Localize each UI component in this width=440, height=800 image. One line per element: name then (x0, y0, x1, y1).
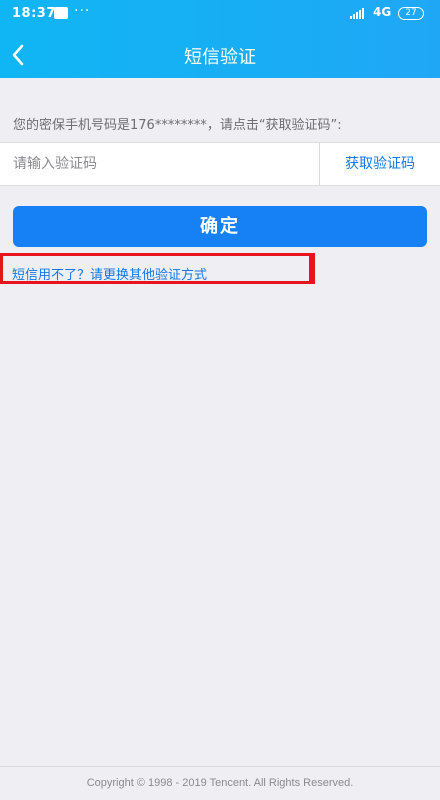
confirm-button[interactable]: 确定 (13, 206, 427, 247)
alternative-verification-link[interactable]: 短信用不了？请更换其他验证方式 (12, 264, 207, 283)
battery-icon: 27 (398, 7, 424, 20)
get-code-button[interactable]: 获取验证码 (320, 143, 440, 185)
footer-divider (0, 766, 440, 767)
phone-hint-text: 您的密保手机号码是176********，请点击“获取验证码”: (13, 118, 342, 133)
more-notifications-icon: ··· (74, 3, 91, 19)
status-time: 18:37 (12, 6, 56, 21)
copyright-text: Copyright © 1998 - 2019 Tencent. All Rig… (86, 777, 354, 789)
signal-icon (350, 7, 364, 19)
notification-icon (54, 7, 68, 19)
code-input-row: 获取验证码 (0, 142, 440, 186)
verification-code-input[interactable] (13, 143, 313, 185)
network-type: 4G (373, 5, 392, 19)
page-title: 短信验证 (184, 47, 256, 68)
status-bar: 18:37 ··· 4G 27 (0, 0, 440, 30)
header-bar: 18:37 ··· 4G 27 短信验证 (0, 0, 440, 78)
